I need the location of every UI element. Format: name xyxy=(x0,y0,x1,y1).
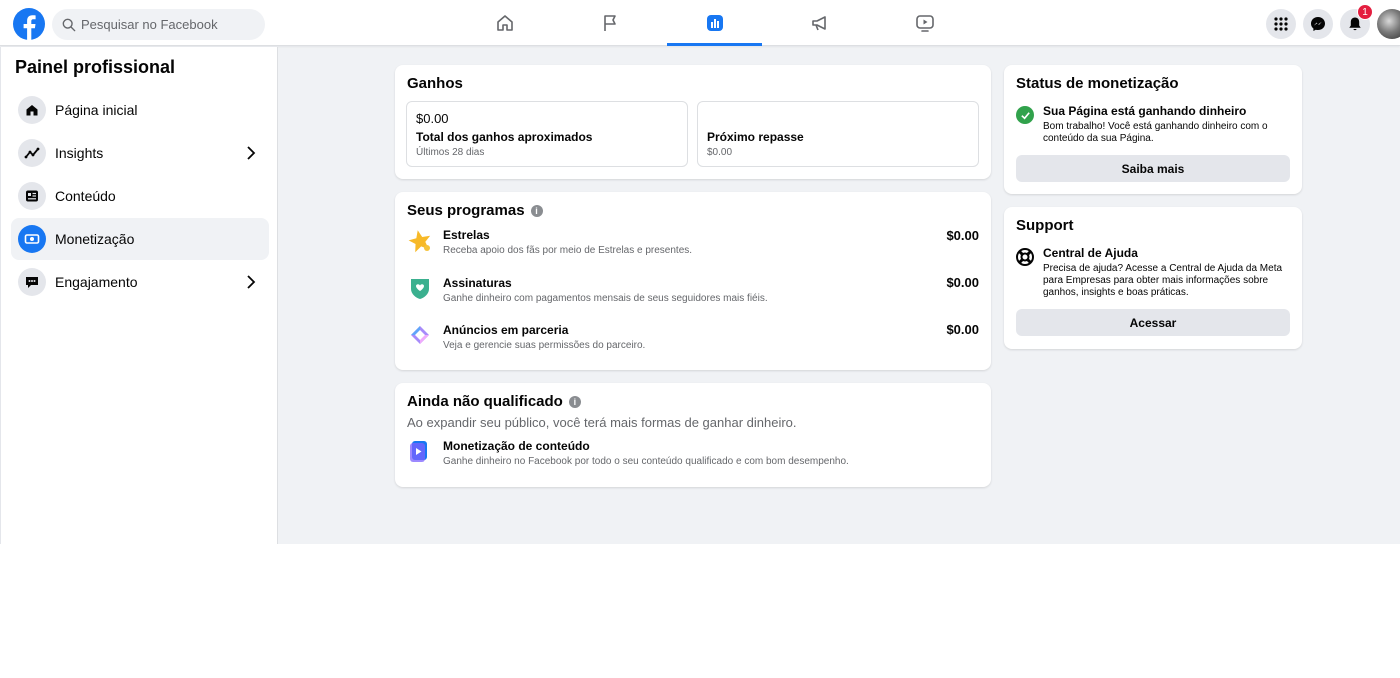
not-qualified-subtitle: Ao expandir seu público, você terá mais … xyxy=(407,415,797,430)
content-monetization-desc: Ganhe dinheiro no Facebook por todo o se… xyxy=(443,456,849,467)
flag-icon xyxy=(603,15,616,31)
search-bar[interactable] xyxy=(52,9,265,40)
home-icon xyxy=(26,105,38,116)
sidebar-item-monetization[interactable]: Monetização xyxy=(11,218,269,260)
menu-button[interactable] xyxy=(1266,9,1296,39)
content-monetization-icon xyxy=(410,441,427,462)
sidebar-item-engagement[interactable]: Engajamento xyxy=(11,261,269,303)
grid-menu-icon xyxy=(1274,17,1288,31)
programs-title-text: Seus programas xyxy=(407,202,525,219)
notifications-button[interactable]: 1 xyxy=(1340,4,1373,39)
next-payout-box[interactable]: Próximo repasse $0.00 xyxy=(697,101,979,167)
nav-tab-professional-dashboard[interactable] xyxy=(662,0,767,46)
monetization-status-card: Status de monetização Sua Página está ga… xyxy=(1004,65,1302,194)
help-center-desc-line3: ganhos, insights e boas práticas. xyxy=(1043,287,1189,298)
messenger-button[interactable] xyxy=(1303,9,1333,39)
total-earnings-label: Total dos ganhos aproximados xyxy=(416,130,593,144)
status-desc-line2: conteúdo da sua Página. xyxy=(1043,133,1154,144)
info-icon[interactable]: i xyxy=(568,396,581,408)
next-payout-value: $0.00 xyxy=(707,147,733,158)
sidebar-icon-wrap xyxy=(18,139,46,167)
program-description: Ganhe dinheiro com pagamentos mensais de… xyxy=(443,293,768,304)
content-monetization-name: Monetização de conteúdo xyxy=(443,439,590,453)
support-title: Support xyxy=(1016,217,1074,234)
program-description: Receba apoio dos fãs por meio de Estrela… xyxy=(443,245,693,256)
sidebar-item-label: Página inicial xyxy=(55,102,138,118)
trend-icon xyxy=(24,147,40,159)
chat-icon xyxy=(26,277,38,288)
support-card: Support Central de Ajuda Precisa de ajud… xyxy=(1004,207,1302,349)
search-icon xyxy=(62,18,76,31)
sidebar-icon-wrap xyxy=(18,268,46,296)
status-headline: Sua Página está ganhando dinheiro xyxy=(1043,104,1247,118)
money-icon xyxy=(24,234,40,244)
sidebar-item-label: Insights xyxy=(55,145,104,161)
sidebar-icon-wrap xyxy=(18,182,46,210)
program-name: Assinaturas xyxy=(443,276,512,290)
program-name: Anúncios em parceria xyxy=(443,323,569,337)
learn-more-button[interactable]: Saiba mais xyxy=(1016,155,1290,182)
sidebar-item-label: Conteúdo xyxy=(55,188,116,204)
status-title: Status de monetização xyxy=(1016,75,1179,92)
program-amount: $0.00 xyxy=(946,275,979,290)
sidebar-item-label: Engajamento xyxy=(55,274,138,290)
search-input[interactable] xyxy=(81,17,251,32)
bar-chart-icon xyxy=(706,15,723,31)
earnings-card: Ganhos $0.00 Total dos ganhos aproximado… xyxy=(395,65,991,179)
nav-tab-ads[interactable] xyxy=(767,0,872,46)
messenger-icon xyxy=(1311,17,1325,31)
status-desc-line1: Bom trabalho! Você está ganhando dinheir… xyxy=(1043,121,1268,132)
help-center-desc-line2: para Empresas para obter mais informaçõe… xyxy=(1043,275,1269,286)
sidebar-icon-wrap xyxy=(18,225,46,253)
megaphone-icon xyxy=(811,16,826,31)
sidebar-item-home[interactable]: Página inicial xyxy=(11,89,269,131)
sidebar: Painel profissional Página inicial Insig… xyxy=(0,47,278,544)
nav-tab-pages[interactable] xyxy=(557,0,662,46)
program-name: Estrelas xyxy=(443,228,490,242)
total-earnings-box[interactable]: $0.00 Total dos ganhos aproximados Últim… xyxy=(406,101,688,167)
sidebar-icon-wrap xyxy=(18,96,46,124)
access-button[interactable]: Acessar xyxy=(1016,309,1290,336)
content-icon xyxy=(26,190,38,202)
partnership-icon xyxy=(411,326,429,344)
nav-tab-home[interactable] xyxy=(452,0,557,46)
total-earnings-value: $0.00 xyxy=(416,111,449,126)
star-icon xyxy=(408,230,431,253)
programs-card: Seus programas i Estrelas Receba apoio do… xyxy=(395,192,991,370)
total-earnings-period: Últimos 28 dias xyxy=(416,147,485,158)
check-icon xyxy=(1020,111,1030,119)
not-qualified-title-text: Ainda não qualificado xyxy=(407,393,563,410)
top-bar: 1 xyxy=(0,0,1400,46)
sidebar-item-label: Monetização xyxy=(55,231,135,247)
program-description: Veja e gerencie suas permissões do parce… xyxy=(443,340,646,351)
lifebuoy-icon xyxy=(1016,248,1034,266)
program-amount: $0.00 xyxy=(946,228,979,243)
home-icon xyxy=(496,15,513,31)
nav-tab-video[interactable] xyxy=(872,0,977,46)
chevron-right-icon[interactable] xyxy=(243,274,259,290)
sidebar-title: Painel profissional xyxy=(15,57,176,77)
facebook-logo-icon[interactable] xyxy=(13,8,45,40)
video-icon xyxy=(915,15,934,32)
not-qualified-title: Ainda não qualificado i xyxy=(407,393,581,410)
sidebar-item-content[interactable]: Conteúdo xyxy=(11,175,269,217)
main-nav-tabs xyxy=(452,0,977,46)
info-icon[interactable]: i xyxy=(530,205,543,217)
subscription-shield-icon xyxy=(411,279,429,299)
next-payout-label: Próximo repasse xyxy=(707,130,804,144)
profile-avatar[interactable] xyxy=(1377,9,1400,39)
notification-count-badge: 1 xyxy=(1357,4,1373,20)
check-circle-icon xyxy=(1016,106,1034,124)
app-frame: 1 Painel profissional Página inicial Ins… xyxy=(0,0,1400,544)
earnings-title: Ganhos xyxy=(407,75,463,92)
not-qualified-card: Ainda não qualificado i Ao expandir seu p… xyxy=(395,383,991,487)
help-center-title: Central de Ajuda xyxy=(1043,246,1138,260)
sidebar-item-insights[interactable]: Insights xyxy=(11,132,269,174)
help-center-desc-line1: Precisa de ajuda? Acesse a Central de Aj… xyxy=(1043,263,1283,274)
programs-title: Seus programas i xyxy=(407,202,543,219)
program-amount: $0.00 xyxy=(946,322,979,337)
chevron-right-icon[interactable] xyxy=(243,145,259,161)
